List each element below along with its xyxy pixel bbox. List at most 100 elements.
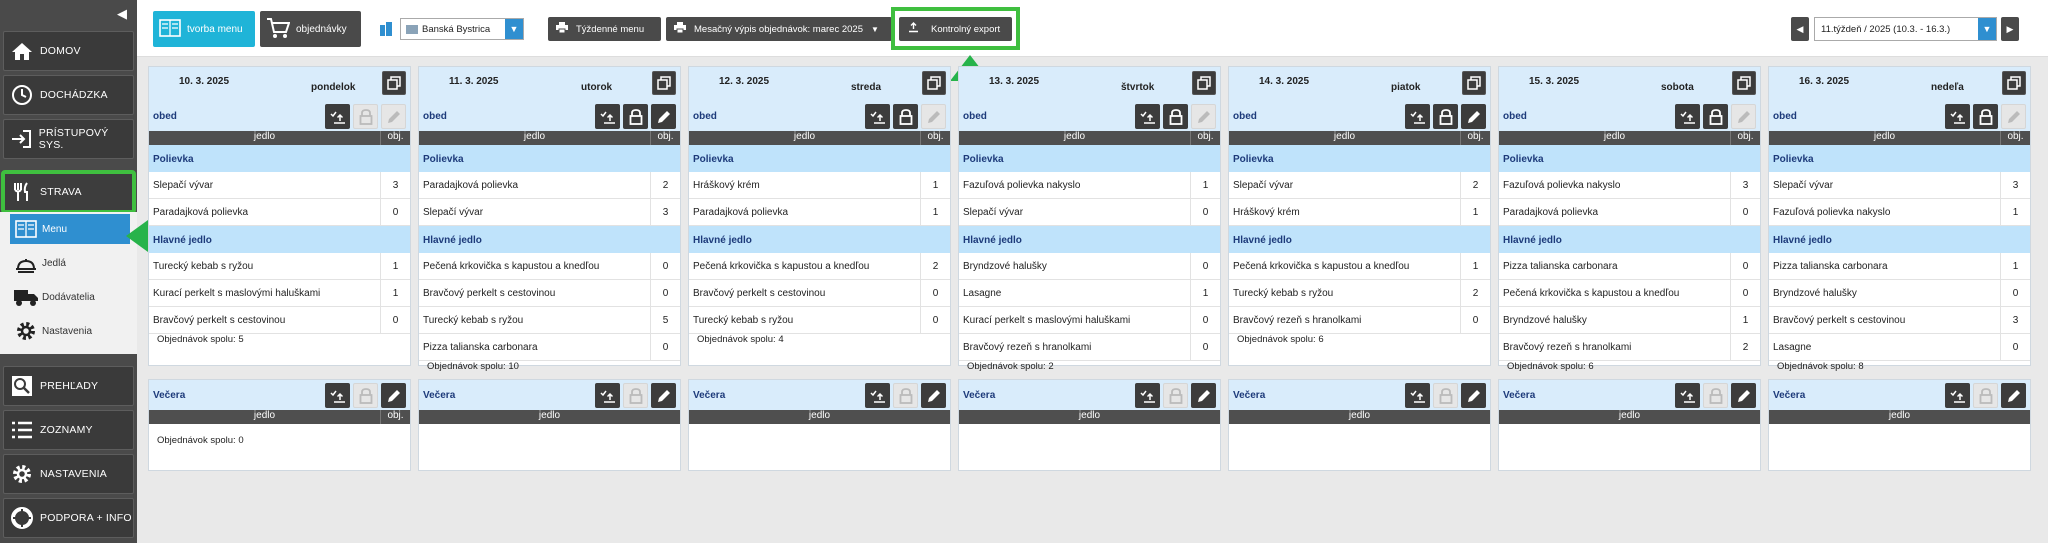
- check-upload-button[interactable]: [595, 383, 620, 408]
- check-upload-button[interactable]: [1675, 104, 1700, 129]
- copy-day-button[interactable]: [1732, 71, 1756, 95]
- table-row: Slepačí vývar 3: [1769, 172, 2030, 199]
- edit-button[interactable]: [1191, 104, 1216, 129]
- sidebar-item-label: PRÍSTUPOVÝ SYS.: [38, 127, 109, 151]
- check-upload-button[interactable]: [1675, 383, 1700, 408]
- sidebar-item-zoznamy[interactable]: ZOZNAMY: [3, 410, 134, 450]
- location-select[interactable]: Banská Bystrica ▼: [400, 18, 524, 40]
- dish-name: Bravčový rezeň s hranolkami: [1233, 314, 1362, 326]
- edit-button[interactable]: [2001, 104, 2026, 129]
- lock-button[interactable]: [893, 104, 918, 129]
- edit-button[interactable]: [381, 104, 406, 129]
- day-column-6: 16. 3. 2025 nedeľa obed jedlo obj. Polie…: [1768, 66, 2031, 471]
- lock-button[interactable]: [353, 104, 378, 129]
- tvorba-menu-button[interactable]: tvorba menu: [153, 11, 255, 47]
- lunch-panel: 10. 3. 2025 pondelok obed jedlo obj. Pol…: [148, 66, 411, 366]
- lunch-title: obed: [423, 111, 447, 122]
- submenu-item-nastavenia[interactable]: Nastavenia: [10, 316, 130, 346]
- lock-button[interactable]: [623, 383, 648, 408]
- sidebar-item-strava[interactable]: STRAVA: [1, 170, 136, 214]
- tyzdenne-menu-button[interactable]: Týždenné menu: [548, 17, 661, 41]
- day-column-0: 10. 3. 2025 pondelok obed jedlo obj. Pol…: [148, 66, 411, 471]
- edit-button[interactable]: [381, 383, 406, 408]
- dish-count: 2: [1460, 280, 1490, 306]
- lock-button[interactable]: [1433, 104, 1458, 129]
- dish-count: 0: [920, 307, 950, 333]
- check-upload-button[interactable]: [1945, 104, 1970, 129]
- mesacny-vypis-select[interactable]: Mesačný výpis objednávok: marec 2025 ▼: [666, 17, 892, 41]
- sidebar-item-prehlady[interactable]: PREHĽADY: [3, 366, 134, 406]
- sidebar-item-domov[interactable]: DOMOV: [3, 31, 134, 71]
- dinner-panel: Večera jedlo: [418, 379, 681, 471]
- lunch-title: obed: [1503, 111, 1527, 122]
- week-select[interactable]: 11.týždeň / 2025 (10.3. - 16.3.) ▼: [1814, 17, 1997, 41]
- check-upload-button[interactable]: [1405, 104, 1430, 129]
- check-upload-button[interactable]: [865, 104, 890, 129]
- edit-button[interactable]: [1191, 383, 1216, 408]
- edit-button[interactable]: [1731, 104, 1756, 129]
- dish-name: Fazuľová polievka nakyslo: [963, 179, 1081, 191]
- sidebar-item-pristupovy-sys[interactable]: PRÍSTUPOVÝ SYS.: [3, 119, 134, 159]
- lock-button[interactable]: [1703, 104, 1728, 129]
- sidebar-item-nastavenia[interactable]: NASTAVENIA: [3, 454, 134, 494]
- copy-day-button[interactable]: [1462, 71, 1486, 95]
- dinner-title: Večera: [1233, 390, 1266, 401]
- edit-button[interactable]: [1731, 383, 1756, 408]
- edit-button[interactable]: [2001, 383, 2026, 408]
- lock-button[interactable]: [1973, 104, 1998, 129]
- day-date: 16. 3. 2025: [1799, 76, 1850, 87]
- dish-count: 1: [1460, 199, 1490, 225]
- copy-day-button[interactable]: [1192, 71, 1216, 95]
- check-upload-button[interactable]: [865, 383, 890, 408]
- column-jedlo: jedlo: [1888, 410, 1911, 421]
- edit-button[interactable]: [921, 104, 946, 129]
- main-list: Pizza talianska carbonara 0 Pečená krkovič…: [1499, 253, 1760, 361]
- check-upload-button[interactable]: [595, 104, 620, 129]
- lock-icon: [1709, 108, 1722, 125]
- check-upload-button[interactable]: [1405, 383, 1430, 408]
- check-upload-button[interactable]: [1945, 383, 1970, 408]
- copy-day-button[interactable]: [382, 71, 406, 95]
- lock-button[interactable]: [893, 383, 918, 408]
- dish-count: 1: [1190, 172, 1220, 198]
- edit-button[interactable]: [1461, 104, 1486, 129]
- check-upload-button[interactable]: [325, 383, 350, 408]
- lock-button[interactable]: [1163, 383, 1188, 408]
- lock-button[interactable]: [1973, 383, 1998, 408]
- dish-count: 2: [920, 253, 950, 279]
- order-total: Objednávok spolu: 5: [157, 334, 244, 345]
- collapse-icon[interactable]: ◀: [112, 4, 132, 24]
- edit-button[interactable]: [921, 383, 946, 408]
- lock-button[interactable]: [1163, 104, 1188, 129]
- prev-week-button[interactable]: ◀: [1791, 17, 1809, 41]
- lock-button[interactable]: [1433, 383, 1458, 408]
- sidebar-item-dochadzka[interactable]: DOCHÁDZKA: [3, 75, 134, 115]
- lock-button[interactable]: [623, 104, 648, 129]
- submenu-item-jedla[interactable]: Jedlá: [10, 248, 130, 278]
- dish-name: Pizza talianska carbonara: [1503, 260, 1618, 272]
- lock-button[interactable]: [353, 383, 378, 408]
- copy-day-button[interactable]: [652, 71, 676, 95]
- sidebar-item-podpora[interactable]: PODPORA + INFO: [3, 498, 134, 538]
- soup-list: Fazuľová polievka nakyslo 1 Slepačí vývar 0: [959, 172, 1220, 226]
- check-upload-button[interactable]: [1135, 104, 1160, 129]
- edit-button[interactable]: [651, 383, 676, 408]
- dish-count: 1: [920, 199, 950, 225]
- submenu-item-menu[interactable]: Menu: [10, 214, 130, 244]
- day-date: 13. 3. 2025: [989, 76, 1040, 87]
- edit-button[interactable]: [1461, 383, 1486, 408]
- dinner-title: Večera: [1503, 390, 1536, 401]
- check-upload-button[interactable]: [325, 104, 350, 129]
- lunch-panel: 13. 3. 2025 štvrtok obed jedlo obj. Poli…: [958, 66, 1221, 372]
- column-jedlo: jedlo: [793, 131, 816, 142]
- edit-button[interactable]: [651, 104, 676, 129]
- copy-day-button[interactable]: [922, 71, 946, 95]
- dish-count: 0: [2000, 334, 2030, 360]
- objednavky-button[interactable]: objednávky: [260, 11, 361, 47]
- lock-button[interactable]: [1703, 383, 1728, 408]
- submenu-item-dodavatelia[interactable]: Dodávatelia: [10, 282, 130, 312]
- next-week-button[interactable]: ▶: [2001, 17, 2019, 41]
- check-upload-button[interactable]: [1135, 383, 1160, 408]
- kontrolny-export-button[interactable]: Kontrolný export: [899, 17, 1012, 41]
- copy-day-button[interactable]: [2002, 71, 2026, 95]
